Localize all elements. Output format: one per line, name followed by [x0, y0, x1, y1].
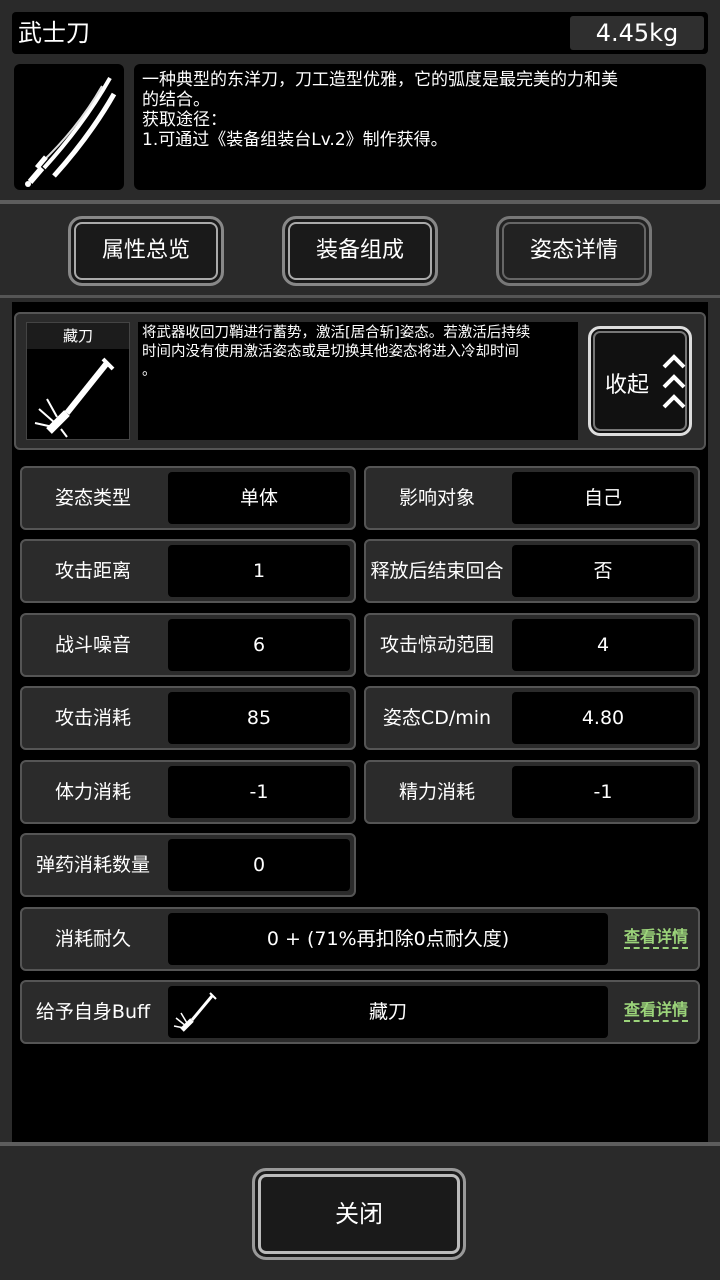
item-description-line: 一种典型的东洋刀，刀工造型优雅，它的弧度是最完美的力和美	[142, 70, 618, 90]
close-button[interactable]: 关闭	[252, 1168, 466, 1260]
tab-stance-details[interactable]: 姿态详情	[496, 216, 652, 286]
katana-icon	[14, 64, 124, 190]
view-details-link[interactable]: 查看详情	[623, 1000, 688, 1022]
tab-attributes-overview[interactable]: 属性总览	[68, 216, 224, 286]
stat-stamina-cost: 体力消耗 -1	[20, 760, 356, 824]
tab-bar: 属性总览 装备组成 姿态详情	[0, 204, 720, 298]
collapse-button[interactable]: 收起	[588, 326, 692, 436]
item-description: 一种典型的东洋刀，刀工造型优雅，它的弧度是最完美的力和美 的结合。 获取途径： …	[134, 64, 706, 190]
stat-value: -1	[168, 766, 350, 818]
stance-description-line: 将武器收回刀鞘进行蓄势，激活[居合斩]姿态。若激活后持续	[142, 325, 531, 341]
stance-name: 藏刀	[27, 323, 129, 349]
collapse-label: 收起	[605, 373, 650, 398]
item-name: 武士刀	[18, 19, 90, 47]
sheathe-sword-icon	[173, 992, 217, 1032]
stat-label: 给予自身Buff	[35, 1001, 151, 1023]
item-description-line: 1.可通过《装备组装台Lv.2》制作获得。	[142, 130, 448, 150]
stat-label: 影响对象	[398, 487, 475, 509]
stat-end-turn-after-release: 释放后结束回合 否	[364, 539, 700, 603]
footer: 关闭	[0, 1142, 720, 1280]
stance-summary: 藏刀 将武器收回刀鞘进行蓄势，激活[居合斩]姿态。若激活后持续 时间内没有使用激…	[14, 312, 706, 450]
item-weight: 4.45kg	[570, 16, 704, 50]
stat-label: 弹药消耗数量	[35, 854, 150, 876]
item-description-line: 的结合。	[142, 90, 210, 110]
stat-affected-target: 影响对象 自己	[364, 466, 700, 530]
stance-description-line: 时间内没有使用激活姿态或是切换其他姿态将进入冷却时间	[142, 344, 519, 360]
stat-value: 4.80	[512, 692, 694, 744]
stance-details-panel: 藏刀 将武器收回刀鞘进行蓄势，激活[居合斩]姿态。若激活后持续 时间内没有使用激…	[12, 302, 708, 1142]
stat-combat-noise: 战斗噪音 6	[20, 613, 356, 677]
buff-name: 藏刀	[368, 1001, 407, 1023]
stat-label: 姿态CD/min	[382, 707, 492, 729]
stance-description: 将武器收回刀鞘进行蓄势，激活[居合斩]姿态。若激活后持续 时间内没有使用激活姿态…	[138, 322, 578, 440]
stat-ammo-cost: 弹药消耗数量 0	[20, 833, 356, 897]
stat-alert-range: 攻击惊动范围 4	[364, 613, 700, 677]
stat-value: 4	[512, 619, 694, 671]
tab-equipment-composition[interactable]: 装备组成	[282, 216, 438, 286]
stat-attack-cost: 攻击消耗 85	[20, 686, 356, 750]
stat-value: 0 + (71%再扣除0点耐久度)	[168, 913, 608, 965]
stat-label: 释放后结束回合	[370, 560, 504, 582]
stat-value: 6	[168, 619, 350, 671]
stat-value: 单体	[168, 472, 350, 524]
stat-stance-type: 姿态类型 单体	[20, 466, 356, 530]
stat-label: 攻击惊动范围	[379, 634, 494, 656]
chevron-up-icon	[662, 354, 686, 409]
stat-value: -1	[512, 766, 694, 818]
stat-value: 1	[168, 545, 350, 597]
stance-icon-card: 藏刀	[26, 322, 130, 440]
stat-energy-cost: 精力消耗 -1	[364, 760, 700, 824]
stat-attack-range: 攻击距离 1	[20, 539, 356, 603]
stance-description-line: 。	[142, 363, 157, 379]
stat-label: 精力消耗	[398, 781, 475, 803]
stat-stance-cooldown: 姿态CD/min 4.80	[364, 686, 700, 750]
stat-value: 否	[512, 545, 694, 597]
stat-value: 85	[168, 692, 350, 744]
stat-self-buff: 给予自身Buff 藏刀 查看详情	[20, 980, 700, 1044]
stat-label: 战斗噪音	[54, 634, 131, 656]
title-bar: 武士刀 4.45kg	[12, 12, 708, 54]
stat-durability-cost: 消耗耐久 0 + (71%再扣除0点耐久度) 查看详情	[20, 907, 700, 971]
stat-value: 自己	[512, 472, 694, 524]
stat-label: 攻击距离	[54, 560, 131, 582]
stat-label: 体力消耗	[54, 781, 131, 803]
item-header: 武士刀 4.45kg 一种典型的东洋刀，刀工造型优雅，它的弧度是最完美的力和美 …	[0, 0, 720, 200]
sheathe-sword-icon	[27, 349, 129, 439]
stat-label: 攻击消耗	[54, 707, 131, 729]
buff-value-box: 藏刀	[168, 986, 608, 1038]
stat-label: 消耗耐久	[54, 928, 131, 950]
item-description-line: 获取途径：	[142, 110, 227, 130]
stat-value: 0	[168, 839, 350, 891]
stat-label: 姿态类型	[54, 487, 131, 509]
view-details-link[interactable]: 查看详情	[623, 927, 688, 949]
